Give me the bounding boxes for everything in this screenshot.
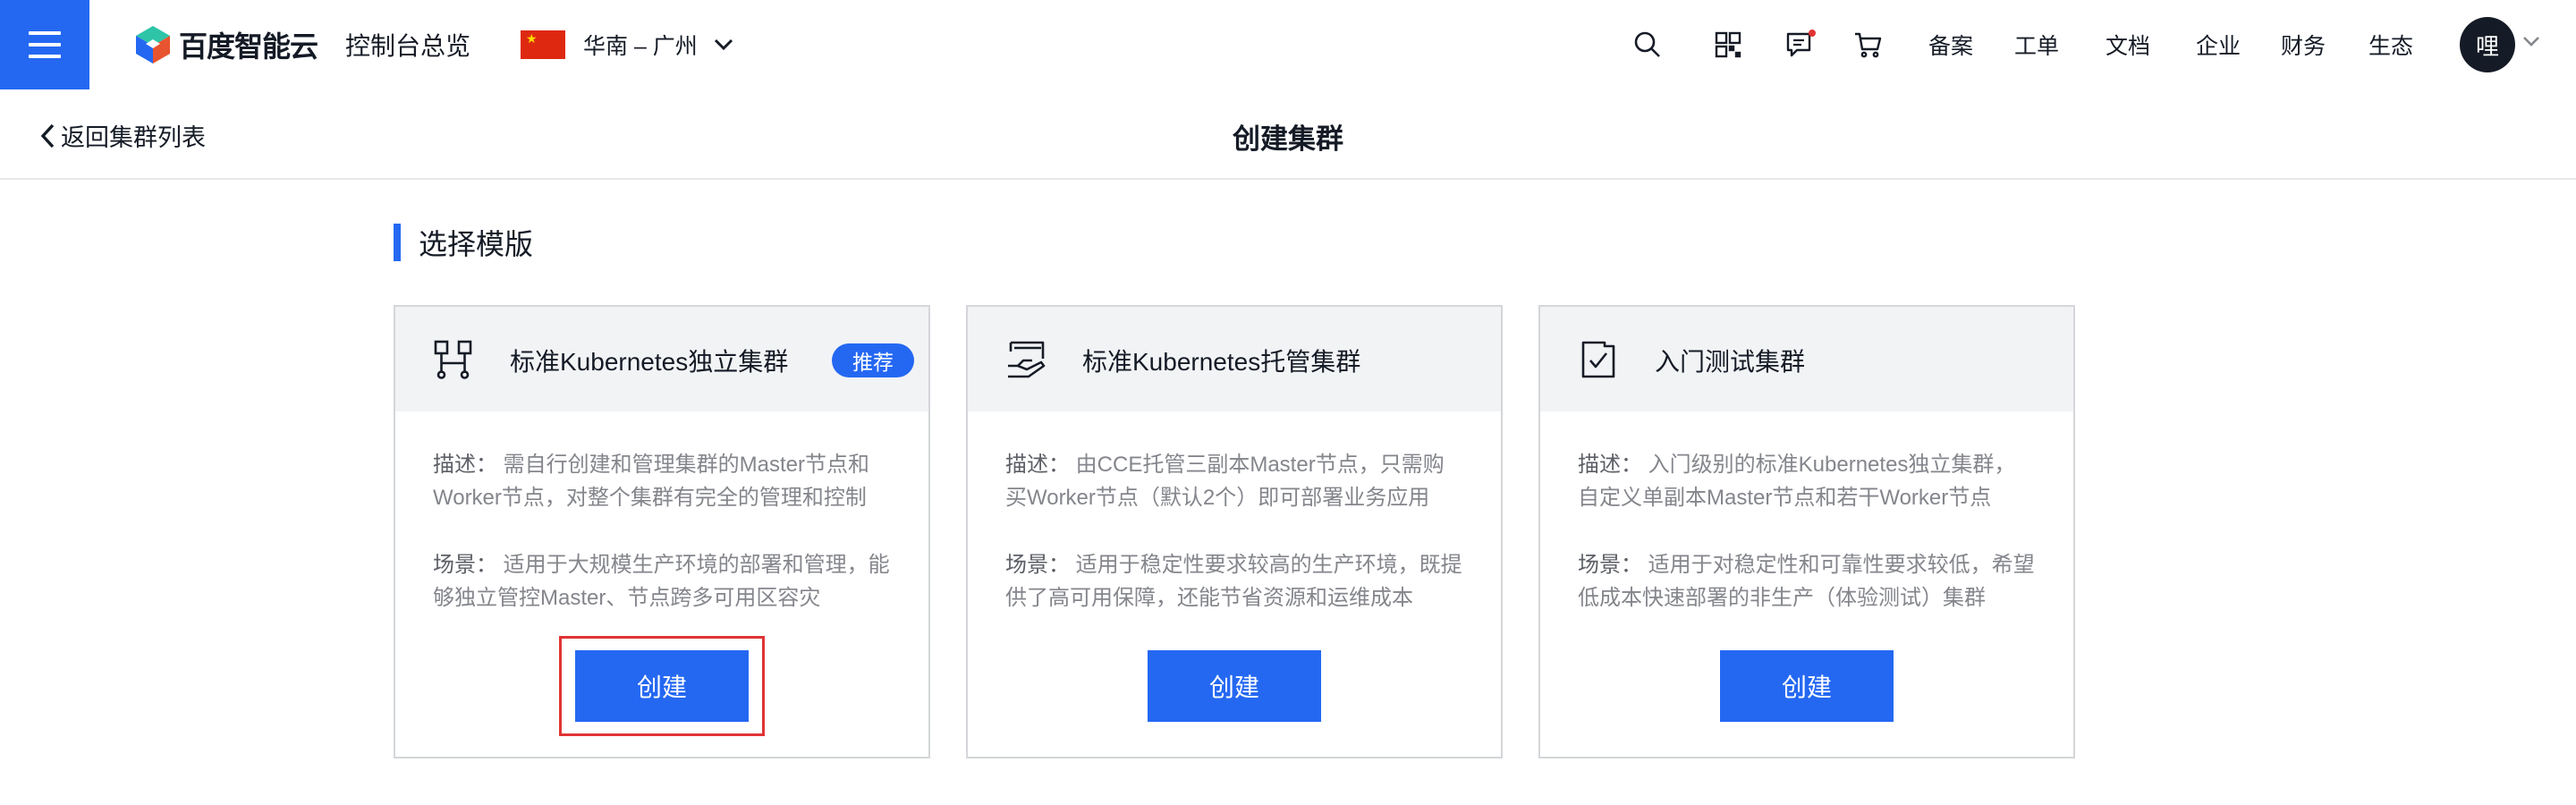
scenario-line: 够独立管控Master、节点跨多可用区容灾 bbox=[433, 586, 821, 610]
recommended-badge: 推荐 bbox=[832, 343, 914, 377]
nav-link-tickets[interactable]: 工单 bbox=[2014, 29, 2059, 61]
page-title: 创建集群 bbox=[1233, 123, 1343, 155]
card-title: 入门测试集群 bbox=[1655, 348, 1806, 376]
chevron-down-icon[interactable] bbox=[2522, 36, 2540, 47]
scenario-line: 适用于大规模生产环境的部署和管理，能 bbox=[503, 553, 890, 577]
baidu-cloud-logo-mark-icon bbox=[136, 26, 170, 64]
nav-link-docs[interactable]: 文档 bbox=[2106, 29, 2150, 61]
card-description: 描述： 由CCE托管三副本Master节点，只需购 买Worker节点（默认2个… bbox=[1005, 448, 1470, 514]
create-hosted-cluster-button[interactable]: 创建 bbox=[1148, 650, 1321, 722]
card-scenario: 场景： 适用于稳定性要求较高的生产环境，既提 供了高可用保障，还能节省资源和运维… bbox=[1005, 548, 1470, 614]
section-title: 选择模版 bbox=[394, 224, 533, 261]
description-line: 由CCE托管三副本Master节点，只需购 bbox=[1075, 453, 1445, 477]
nav-link-finance[interactable]: 财务 bbox=[2281, 29, 2326, 61]
description-line: 需自行创建和管理集群的Master节点和 bbox=[503, 453, 870, 477]
description-line: 自定义单副本Master节点和若干Worker节点 bbox=[1578, 486, 1992, 510]
cluster-nodes-icon bbox=[434, 340, 472, 379]
avatar[interactable]: 哩 bbox=[2460, 17, 2515, 72]
nav-link-enterprise[interactable]: 企业 bbox=[2196, 29, 2241, 61]
card-scenario: 场景： 适用于对稳定性和可靠性要求较低，希望 低成本快速部署的非生产（体验测试）… bbox=[1578, 548, 2043, 614]
scenario-line: 适用于对稳定性和可靠性要求较低，希望 bbox=[1648, 553, 2035, 577]
description-label: 描述： bbox=[1005, 453, 1070, 477]
card-title: 标准Kubernetes托管集群 bbox=[1082, 348, 1361, 376]
region-label: 华南 – 广州 bbox=[583, 34, 698, 59]
china-flag-icon: ★ bbox=[521, 30, 565, 59]
scenario-line: 供了高可用保障，还能节省资源和运维成本 bbox=[1005, 586, 1413, 610]
console-overview-link[interactable]: 控制台总览 bbox=[345, 27, 470, 63]
top-navigation-bar: 百度智能云 控制台总览 ★ 华南 – 广州 备案 工单 文档 企业 财务 生态 … bbox=[0, 0, 2576, 89]
scenario-label: 场景： bbox=[1005, 553, 1070, 577]
nav-link-beian[interactable]: 备案 bbox=[1928, 29, 1973, 61]
description-label: 描述： bbox=[433, 453, 497, 477]
description-label: 描述： bbox=[1578, 453, 1642, 477]
search-icon[interactable] bbox=[1630, 27, 1665, 63]
scenario-line: 低成本快速部署的非生产（体验测试）集群 bbox=[1578, 586, 1986, 610]
card-description: 描述： 入门级别的标准Kubernetes独立集群， 自定义单副本Master节… bbox=[1578, 448, 2043, 514]
card-header: 标准Kubernetes独立集群 推荐 bbox=[395, 307, 928, 411]
nav-link-ecosystem[interactable]: 生态 bbox=[2368, 29, 2413, 61]
card-header: 入门测试集群 bbox=[1540, 307, 2073, 411]
description-line: Worker节点，对整个集群有完全的管理和控制 bbox=[433, 486, 867, 510]
template-card-hosted: 标准Kubernetes托管集群 描述： 由CCE托管三副本Master节点，只… bbox=[966, 305, 1503, 758]
message-icon[interactable] bbox=[1783, 27, 1818, 63]
scenario-label: 场景： bbox=[433, 553, 497, 577]
checklist-icon bbox=[1581, 341, 1615, 378]
description-line: 买Worker节点（默认2个）即可部署业务应用 bbox=[1005, 486, 1430, 510]
create-standalone-cluster-button[interactable]: 创建 bbox=[575, 650, 749, 722]
chevron-down-icon bbox=[714, 38, 733, 51]
card-title: 标准Kubernetes独立集群 bbox=[510, 348, 789, 376]
scenario-label: 场景： bbox=[1578, 553, 1642, 577]
card-description: 描述： 需自行创建和管理集群的Master节点和 Worker节点，对整个集群有… bbox=[433, 448, 898, 514]
template-card-starter: 入门测试集群 描述： 入门级别的标准Kubernetes独立集群， 自定义单副本… bbox=[1538, 305, 2075, 758]
scenario-line: 适用于稳定性要求较高的生产环境，既提 bbox=[1075, 553, 1462, 577]
card-scenario: 场景： 适用于大规模生产环境的部署和管理，能 够独立管控Master、节点跨多可… bbox=[433, 548, 898, 614]
baidu-cloud-logo[interactable]: 百度智能云 bbox=[134, 24, 318, 65]
hosted-cluster-icon bbox=[1008, 341, 1046, 378]
page-header: 返回集群列表 创建集群 bbox=[0, 89, 2576, 180]
hamburger-menu-icon[interactable] bbox=[0, 0, 89, 89]
notification-dot-icon bbox=[1809, 30, 1816, 37]
card-header: 标准Kubernetes托管集群 bbox=[968, 307, 1501, 411]
region-selector[interactable]: ★ 华南 – 广州 bbox=[521, 25, 733, 64]
description-line: 入门级别的标准Kubernetes独立集群， bbox=[1648, 453, 2016, 477]
create-starter-cluster-button[interactable]: 创建 bbox=[1720, 650, 1894, 722]
qrcode-icon[interactable] bbox=[1710, 27, 1746, 63]
template-card-standalone: 标准Kubernetes独立集群 推荐 描述： 需自行创建和管理集群的Maste… bbox=[394, 305, 930, 758]
cart-icon[interactable] bbox=[1851, 27, 1886, 63]
logo-text: 百度智能云 bbox=[179, 30, 318, 63]
